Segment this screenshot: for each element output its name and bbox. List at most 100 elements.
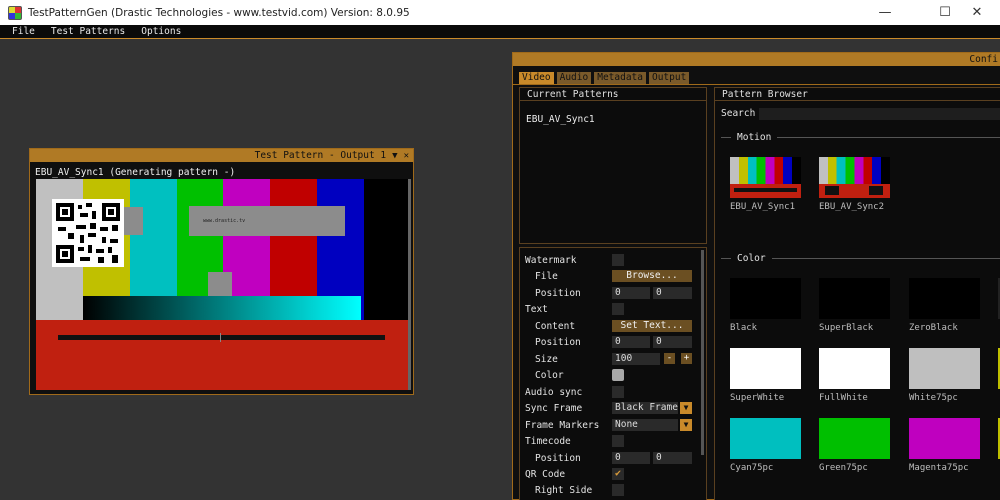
qr-code-checkbox[interactable]: ✔ bbox=[612, 468, 624, 480]
frame-markers-row: Frame Markers None ▼ bbox=[520, 418, 700, 433]
motion-section: Motion bbox=[721, 132, 1000, 143]
color-thumb[interactable] bbox=[819, 348, 890, 389]
thumb-line bbox=[734, 188, 797, 192]
frame-markers-select[interactable]: None bbox=[612, 419, 678, 431]
tab-metadata[interactable]: Metadata bbox=[594, 72, 646, 84]
audio-sync-row: Audio sync bbox=[520, 385, 700, 400]
test-pattern-titlebar[interactable]: Test Pattern - Output 1 ▼ ✕ bbox=[30, 149, 413, 162]
settings-panel: Watermark File Browse... Position 0 0 Te… bbox=[519, 247, 707, 500]
menu-options[interactable]: Options bbox=[141, 26, 181, 37]
thumb-bars bbox=[730, 157, 801, 184]
timecode-y-field[interactable]: 0 bbox=[653, 452, 692, 464]
pattern-status: EBU_AV_Sync1 (Generating pattern -) bbox=[35, 167, 236, 178]
color-thumb-label: Magenta75pc bbox=[909, 463, 969, 473]
color-thumb-label: White75pc bbox=[909, 393, 958, 403]
menu-file[interactable]: File bbox=[12, 26, 35, 37]
thumb-block-left bbox=[825, 186, 839, 195]
right-side-label: Right Side bbox=[535, 485, 593, 496]
color-swatch[interactable] bbox=[612, 369, 624, 381]
scrollbar[interactable] bbox=[408, 179, 411, 390]
color-thumb-label: ZeroBlack bbox=[909, 323, 958, 333]
minimize-button[interactable]: — bbox=[862, 0, 908, 25]
section-line bbox=[721, 258, 731, 259]
color-thumb[interactable] bbox=[819, 418, 890, 459]
qr-code-row: QR Code ✔ bbox=[520, 467, 700, 482]
color-thumb-label: Black bbox=[730, 323, 758, 333]
watermark-x-field[interactable]: 0 bbox=[612, 287, 650, 299]
thumb-block-right bbox=[869, 186, 883, 195]
size-minus-button[interactable]: - bbox=[664, 353, 675, 364]
sync-frame-select[interactable]: Black Frame bbox=[612, 402, 678, 414]
settings-scrollbar[interactable] bbox=[701, 250, 704, 455]
close-button[interactable]: ✕ bbox=[954, 0, 1000, 25]
pattern-preview: www.drastic.tv bbox=[36, 179, 409, 390]
audio-sync-checkbox[interactable] bbox=[612, 386, 624, 398]
text-y-field[interactable]: 0 bbox=[653, 336, 692, 348]
color-row: Color bbox=[520, 368, 700, 383]
text-position-row: Position 0 0 bbox=[520, 335, 700, 350]
motion-thumb-2-label: EBU_AV_Sync2 bbox=[819, 202, 885, 212]
color-thumb[interactable] bbox=[730, 348, 801, 389]
color-thumb-label: Cyan75pc bbox=[730, 463, 774, 473]
watermark-checkbox[interactable] bbox=[612, 254, 624, 266]
size-plus-button[interactable]: + bbox=[681, 353, 692, 364]
qr-code-icon bbox=[52, 199, 124, 267]
text-checkbox[interactable] bbox=[612, 303, 624, 315]
browse-button[interactable]: Browse... bbox=[612, 270, 692, 282]
section-line bbox=[777, 137, 1000, 138]
tab-audio[interactable]: Audio bbox=[556, 72, 592, 84]
size-field[interactable]: 100 bbox=[612, 353, 660, 365]
timecode-row: Timecode bbox=[520, 434, 700, 449]
color-thumb[interactable] bbox=[909, 348, 980, 389]
pattern-browser-panel: Pattern Browser Search Motion EBU_AV_Syn… bbox=[714, 87, 1000, 500]
text-x-field[interactable]: 0 bbox=[612, 336, 650, 348]
frame-markers-dropdown-icon[interactable]: ▼ bbox=[680, 419, 692, 431]
menu-bar: File Test Patterns Options bbox=[0, 25, 1000, 39]
motion-thumb-1[interactable] bbox=[730, 157, 801, 198]
app-icon bbox=[8, 5, 22, 20]
file-label: File bbox=[535, 271, 558, 282]
color-thumb-label: SuperWhite bbox=[730, 393, 785, 403]
section-line bbox=[771, 258, 1000, 259]
watermark-row: Watermark bbox=[520, 253, 700, 268]
watermark-label: Watermark bbox=[525, 255, 577, 266]
frame-markers-label: Frame Markers bbox=[525, 420, 600, 431]
timecode-label: Timecode bbox=[525, 436, 571, 447]
watermark-y-field[interactable]: 0 bbox=[653, 287, 692, 299]
search-input[interactable] bbox=[759, 108, 1000, 120]
test-pattern-window[interactable]: Test Pattern - Output 1 ▼ ✕ EBU_AV_Sync1… bbox=[29, 148, 414, 395]
current-patterns-header: Current Patterns bbox=[520, 88, 706, 101]
text-position-label: Position bbox=[535, 337, 581, 348]
gray-block bbox=[124, 207, 143, 235]
close-icon[interactable]: ✕ bbox=[404, 151, 409, 161]
sync-frame-dropdown-icon[interactable]: ▼ bbox=[680, 402, 692, 414]
timecode-checkbox[interactable] bbox=[612, 435, 624, 447]
tab-output[interactable]: Output bbox=[648, 72, 690, 84]
content-row: Content Set Text... bbox=[520, 319, 700, 334]
color-thumb[interactable] bbox=[819, 278, 890, 319]
watermark-position-row: Position 0 0 bbox=[520, 286, 700, 301]
timecode-x-field[interactable]: 0 bbox=[612, 452, 650, 464]
text-row: Text bbox=[520, 302, 700, 317]
color-thumb[interactable] bbox=[730, 418, 801, 459]
config-window[interactable]: Confi Video Audio Metadata Output Curren… bbox=[512, 52, 1000, 500]
color-thumb[interactable] bbox=[909, 278, 980, 319]
search-label: Search bbox=[721, 108, 756, 119]
tab-video[interactable]: Video bbox=[519, 72, 554, 84]
sync-frame-row: Sync Frame Black Frame ▼ bbox=[520, 401, 700, 416]
motion-thumb-2[interactable] bbox=[819, 157, 890, 198]
collapse-icon[interactable]: ▼ bbox=[392, 151, 397, 161]
current-pattern-item[interactable]: EBU_AV_Sync1 bbox=[526, 114, 595, 125]
color-thumb[interactable] bbox=[909, 418, 980, 459]
color-thumb[interactable] bbox=[730, 278, 801, 319]
config-title: Confi bbox=[513, 53, 1000, 66]
right-side-checkbox[interactable] bbox=[612, 484, 624, 496]
file-row: File Browse... bbox=[520, 269, 700, 284]
thumb-bars bbox=[819, 157, 890, 184]
set-text-button[interactable]: Set Text... bbox=[612, 320, 692, 332]
test-pattern-title: Test Pattern - Output 1 bbox=[254, 150, 387, 161]
section-line bbox=[721, 137, 731, 138]
current-patterns-panel: Current Patterns EBU_AV_Sync1 bbox=[519, 87, 707, 244]
menu-test-patterns[interactable]: Test Patterns bbox=[51, 26, 125, 37]
color-thumb-label: FullWhite bbox=[819, 393, 868, 403]
